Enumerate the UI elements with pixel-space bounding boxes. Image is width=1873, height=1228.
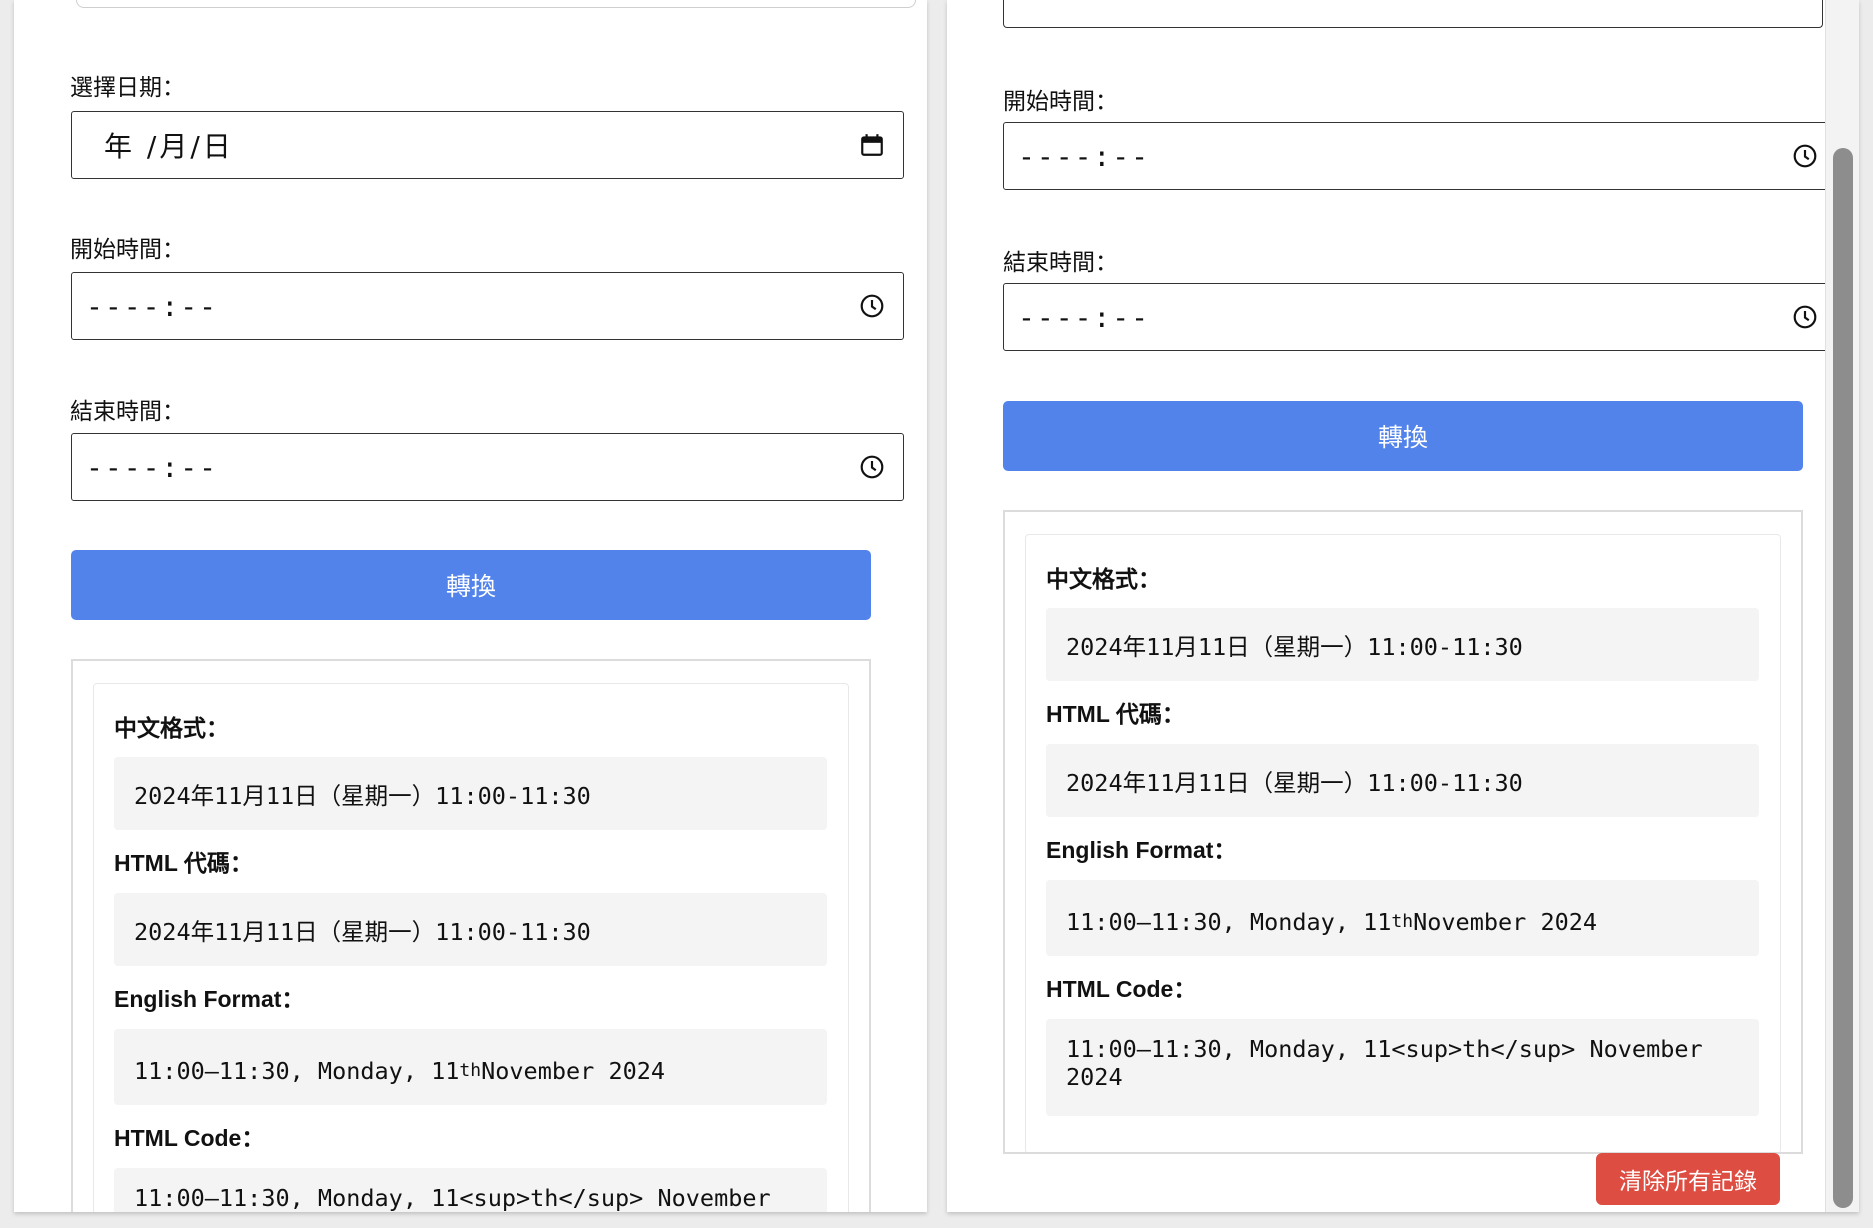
result-panel: 中文格式： 2024年11月11日（星期一）11:00-11:30 HTML 代… <box>71 659 871 1212</box>
english-format-output: 11:00–11:30, Monday, 11th November 2024 <box>114 1029 827 1105</box>
date-input-value: 年 /月/日 <box>104 130 234 163</box>
date-label: 選擇日期： <box>70 75 185 101</box>
end-time-value: ----:-- <box>1018 300 1151 334</box>
html-code-zh-output: 2024年11月11日（星期一）11:00-11:30 <box>1046 744 1759 817</box>
clock-icon[interactable] <box>1792 304 1818 330</box>
english-format-text-end: November 2024 <box>481 1057 666 1085</box>
start-time-input[interactable]: ----:-- <box>71 272 904 340</box>
convert-button[interactable]: 轉換 <box>71 550 871 620</box>
start-time-label: 開始時間： <box>1003 89 1118 115</box>
html-code-zh-output: 2024年11月11日（星期一）11:00-11:30 <box>114 893 827 966</box>
english-format-output: 11:00–11:30, Monday, 11th November 2024 <box>1046 880 1759 956</box>
end-time-label: 結束時間： <box>1003 250 1118 276</box>
end-time-value: ----:-- <box>86 450 219 484</box>
date-input[interactable]: 年 /月/日 <box>71 111 904 179</box>
address-bar-edge <box>76 0 916 8</box>
end-time-input[interactable]: ----:-- <box>1003 283 1837 351</box>
chinese-format-output: 2024年11月11日（星期一）11:00-11:30 <box>114 757 827 830</box>
clear-all-records-button[interactable]: 清除所有記錄 <box>1596 1153 1780 1205</box>
result-card: 中文格式： 2024年11月11日（星期一）11:00-11:30 HTML 代… <box>93 683 849 1212</box>
clock-icon[interactable] <box>859 454 885 480</box>
english-format-text: 11:00–11:30, Monday, 11 <box>134 1057 460 1085</box>
result-card: 中文格式： 2024年11月11日（星期一）11:00-11:30 HTML 代… <box>1025 534 1781 1152</box>
end-time-label: 結束時間： <box>70 399 185 425</box>
chinese-format-output: 2024年11月11日（星期一）11:00-11:30 <box>1046 608 1759 681</box>
start-time-input[interactable]: ----:-- <box>1003 122 1837 190</box>
html-code-en-title: HTML Code： <box>1046 976 1197 1002</box>
convert-button[interactable]: 轉換 <box>1003 401 1803 471</box>
start-time-value: ----:-- <box>1018 139 1151 173</box>
date-input-edge <box>1003 0 1823 28</box>
left-pane: 選擇日期： 年 /月/日 開始時間： ----:-- 結束時間： ----:--… <box>14 0 927 1212</box>
start-time-label: 開始時間： <box>70 237 185 263</box>
english-format-title: English Format： <box>114 986 305 1012</box>
start-time-value: ----:-- <box>86 289 219 323</box>
result-panel: 中文格式： 2024年11月11日（星期一）11:00-11:30 HTML 代… <box>1003 510 1803 1154</box>
clock-icon[interactable] <box>859 293 885 319</box>
html-code-zh-title: HTML 代碼： <box>1046 701 1185 727</box>
english-format-text-end: November 2024 <box>1413 908 1598 936</box>
scrollbar[interactable] <box>1825 0 1859 1212</box>
right-pane: 開始時間： ----:-- 結束時間： ----:-- 轉換 中文格式： 202… <box>947 0 1859 1212</box>
clock-icon[interactable] <box>1792 143 1818 169</box>
html-code-en-output: 11:00–11:30, Monday, 11<sup>th</sup> Nov… <box>114 1168 827 1212</box>
english-format-text: 11:00–11:30, Monday, 11 <box>1066 908 1392 936</box>
scrollbar-thumb[interactable] <box>1833 148 1853 1208</box>
calendar-icon[interactable] <box>859 132 885 158</box>
html-code-en-output: 11:00–11:30, Monday, 11<sup>th</sup> Nov… <box>1046 1019 1759 1116</box>
english-format-title: English Format： <box>1046 837 1237 863</box>
html-code-zh-title: HTML 代碼： <box>114 850 253 876</box>
chinese-format-title: 中文格式： <box>1046 566 1161 592</box>
html-code-en-title: HTML Code： <box>114 1125 265 1151</box>
end-time-input[interactable]: ----:-- <box>71 433 904 501</box>
chinese-format-title: 中文格式： <box>114 715 229 741</box>
